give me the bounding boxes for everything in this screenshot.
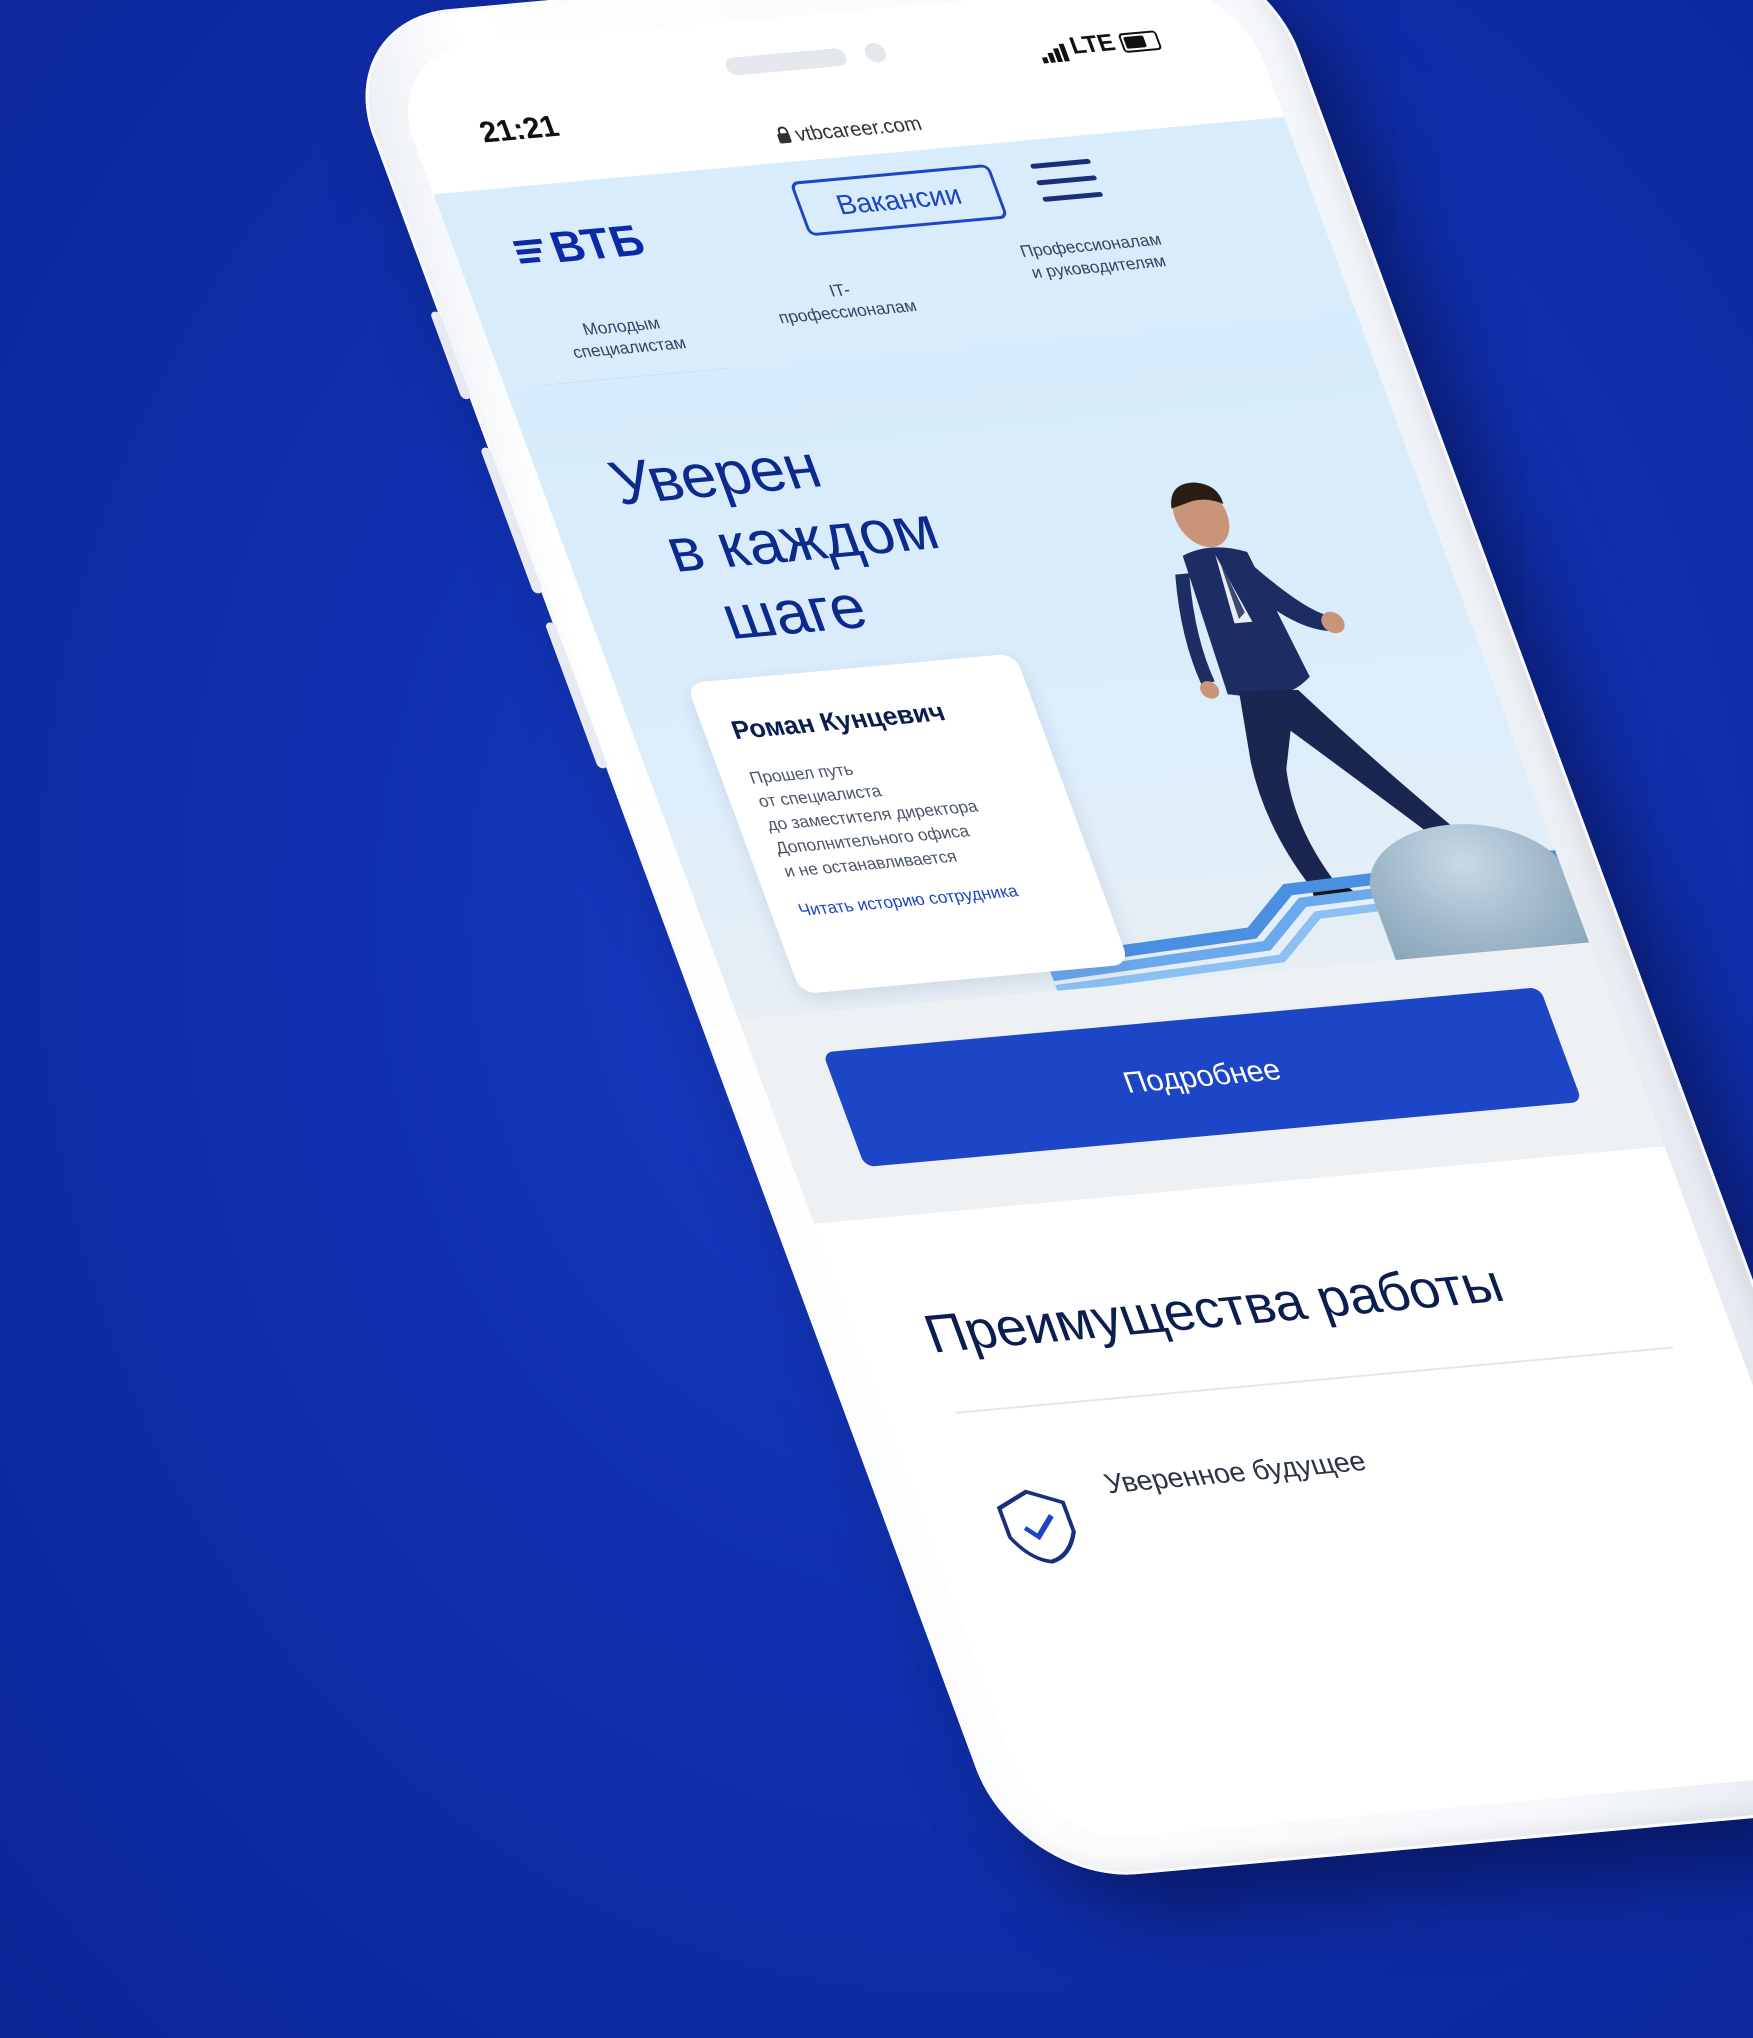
vtb-logo[interactable]: ВТБ [508,216,653,276]
address-url: vtbcareer.com [791,113,925,146]
status-indicators: LTE [1034,25,1163,64]
logo-mark-icon [511,234,550,267]
lock-icon [776,132,793,144]
tab-it-professionals[interactable]: IT- профессионалам [736,271,951,332]
speaker-grille [723,47,850,77]
more-details-button[interactable]: Подробнее [822,987,1583,1168]
employee-story-text: Прошел путь от специалиста до заместител… [746,742,1062,883]
advantages-section: Преимущества работы Уверенное будущее [813,1146,1753,1845]
logo-text: ВТБ [543,216,653,273]
signal-icon [1034,34,1072,64]
employee-name: Роман Кунцевич [727,696,950,745]
phone-screen: 21:21 LTE vtbcareer.com ВТБ Вакансии Мол… [381,0,1753,1845]
hero-title: Уверен в каждом шаге [600,412,1096,660]
advantage-item[interactable]: Уверенное будущее [970,1385,1730,1567]
advantages-title: Преимущества работы [916,1253,1512,1365]
battery-icon [1116,29,1162,53]
shield-check-icon [996,1489,1076,1564]
front-camera [861,42,889,64]
status-time: 21:21 [475,110,564,150]
read-story-link[interactable]: Читать историю сотрудника [796,876,1076,920]
employee-story-card: Роман Кунцевич Прошел путь от специалист… [686,653,1130,995]
vacancies-button[interactable]: Вакансии [789,163,1009,237]
menu-burger-icon[interactable] [1029,158,1106,209]
network-type: LTE [1065,29,1119,60]
tab-professionals-managers[interactable]: Профессионалам и руководителям [977,225,1212,288]
tab-young-specialists[interactable]: Молодым специалистам [543,309,708,365]
advantage-label: Уверенное будущее [1100,1445,1371,1500]
phone-mockup: 21:21 LTE vtbcareer.com ВТБ Вакансии Мол… [330,0,1753,1885]
promo-stage: 21:21 LTE vtbcareer.com ВТБ Вакансии Мол… [0,0,1753,2038]
